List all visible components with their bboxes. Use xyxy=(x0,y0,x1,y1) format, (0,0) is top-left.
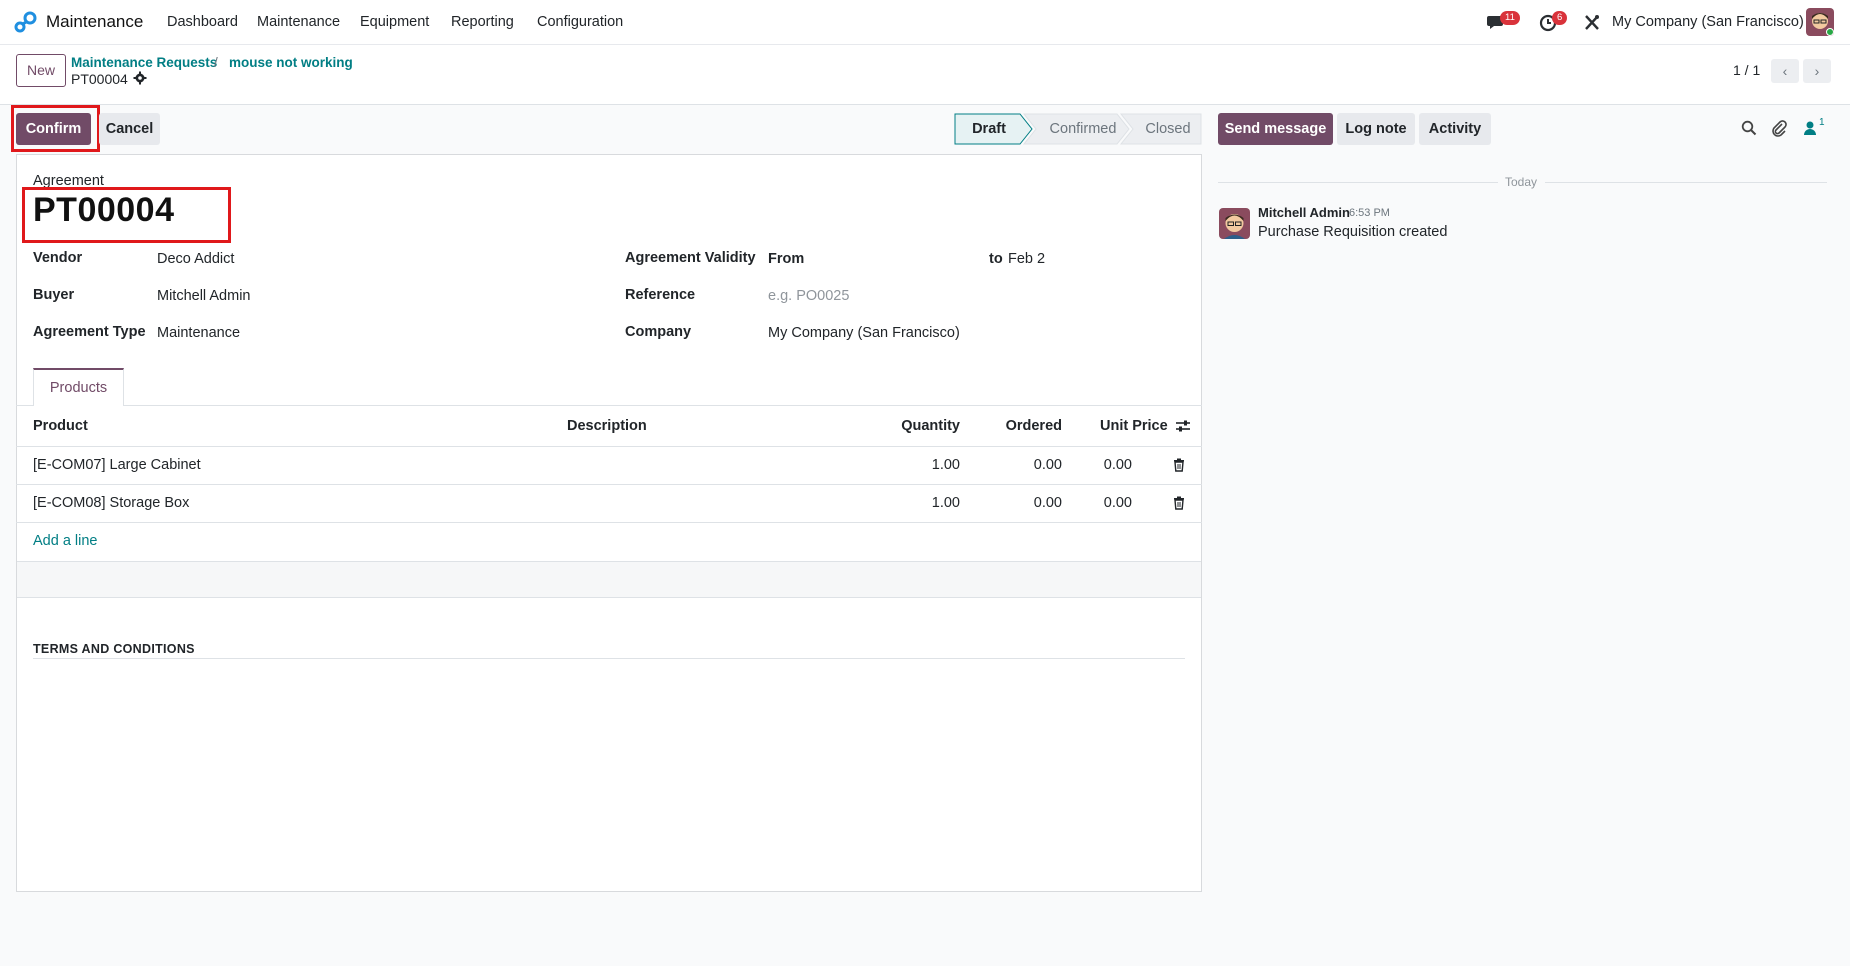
new-button[interactable]: New xyxy=(16,54,66,87)
breadcrumb-maintenance-requests[interactable]: Maintenance Requests xyxy=(71,55,217,70)
message-body: Purchase Requisition created xyxy=(1258,224,1448,240)
row-divider xyxy=(16,522,1202,523)
search-icon[interactable] xyxy=(1741,120,1757,136)
send-message-button[interactable]: Send message xyxy=(1218,113,1333,145)
stage-confirmed[interactable]: Confirmed xyxy=(1036,113,1130,145)
stage-draft[interactable]: Draft xyxy=(958,113,1020,145)
company-switcher[interactable]: My Company (San Francisco) xyxy=(1612,14,1804,30)
activity-button[interactable]: Activity xyxy=(1419,113,1491,145)
confirm-button[interactable]: Confirm xyxy=(16,113,91,145)
app-name[interactable]: Maintenance xyxy=(46,12,143,32)
validity-to-field[interactable]: Feb 2 xyxy=(1008,251,1045,267)
pager-previous-button[interactable]: ‹ xyxy=(1771,59,1799,83)
column-header-quantity[interactable]: Quantity xyxy=(880,418,960,434)
user-avatar[interactable] xyxy=(1806,8,1834,36)
table-footer xyxy=(17,561,1201,598)
menu-dashboard[interactable]: Dashboard xyxy=(167,14,238,30)
message-author[interactable]: Mitchell Admin xyxy=(1258,205,1350,220)
row-quantity[interactable]: 1.00 xyxy=(880,457,960,473)
message-time: 6:53 PM xyxy=(1349,207,1390,219)
followers-icon[interactable] xyxy=(1803,120,1817,136)
message-author-avatar[interactable] xyxy=(1219,208,1250,239)
date-separator: Today xyxy=(1505,175,1538,189)
tab-products[interactable]: Products xyxy=(33,368,124,406)
row-ordered: 0.00 xyxy=(1033,495,1062,511)
agreement-type-label: Agreement Type xyxy=(33,324,146,340)
menu-configuration[interactable]: Configuration xyxy=(537,14,623,30)
menu-equipment[interactable]: Equipment xyxy=(360,14,429,30)
tab-divider xyxy=(16,405,1202,406)
validity-from-field[interactable] xyxy=(820,250,980,270)
row-unit-price[interactable]: 0.00 xyxy=(1052,495,1132,511)
agreement-name-field[interactable]: PT00004 xyxy=(33,191,175,230)
cancel-button[interactable]: Cancel xyxy=(99,113,160,145)
maintenance-app-icon[interactable] xyxy=(14,11,38,33)
validity-to-label: to xyxy=(989,251,1003,267)
reference-field[interactable]: e.g. PO0025 xyxy=(768,288,849,304)
messages-badge: 11 xyxy=(1500,11,1520,25)
optional-columns-icon[interactable] xyxy=(1175,418,1191,434)
company-label: Company xyxy=(625,324,692,340)
activities-badge: 6 xyxy=(1552,11,1568,25)
agreement-type-field[interactable]: Maintenance xyxy=(157,325,240,341)
column-header-product[interactable]: Product xyxy=(33,418,88,434)
tools-icon[interactable] xyxy=(1582,11,1606,35)
column-header-description[interactable]: Description xyxy=(567,418,647,434)
log-note-button[interactable]: Log note xyxy=(1337,113,1415,145)
followers-count: 1 xyxy=(1819,117,1825,128)
validity-from-label: From xyxy=(768,251,805,267)
vendor-field[interactable]: Deco Addict xyxy=(157,251,234,267)
row-product[interactable]: [E-COM07] Large Cabinet xyxy=(33,457,201,473)
pager-value[interactable]: 1 / 1 xyxy=(1733,62,1760,78)
paperclip-icon[interactable] xyxy=(1771,119,1787,137)
row-unit-price[interactable]: 0.00 xyxy=(1052,457,1132,473)
breadcrumb-current-record: PT00004 xyxy=(71,71,128,87)
reference-label: Reference xyxy=(625,287,696,303)
terms-divider xyxy=(33,658,1185,659)
vendor-label: Vendor xyxy=(33,250,83,266)
gear-icon[interactable] xyxy=(133,71,147,85)
buyer-field[interactable]: Mitchell Admin xyxy=(157,288,250,304)
column-header-ordered[interactable]: Ordered xyxy=(982,418,1062,434)
date-divider-right xyxy=(1545,182,1827,183)
trash-icon[interactable] xyxy=(1173,458,1185,472)
control-panel xyxy=(0,45,1850,105)
row-quantity[interactable]: 1.00 xyxy=(880,495,960,511)
row-product[interactable]: [E-COM08] Storage Box xyxy=(33,495,189,511)
breadcrumb-mouse-not-working[interactable]: mouse not working xyxy=(229,55,353,70)
pager-next-button[interactable]: › xyxy=(1803,59,1831,83)
terms-and-conditions-label: TERMS AND CONDITIONS xyxy=(33,642,195,656)
trash-icon[interactable] xyxy=(1173,496,1185,510)
date-divider-left xyxy=(1218,182,1498,183)
add-a-line-link[interactable]: Add a line xyxy=(33,533,98,549)
terms-and-conditions-field[interactable] xyxy=(33,664,1185,874)
breadcrumb-separator: / xyxy=(214,55,218,70)
stage-closed[interactable]: Closed xyxy=(1134,113,1202,145)
menu-maintenance[interactable]: Maintenance xyxy=(257,14,340,30)
row-ordered: 0.00 xyxy=(1033,457,1062,473)
column-header-unit-price[interactable]: Unit Price xyxy=(1100,418,1168,434)
menu-reporting[interactable]: Reporting xyxy=(451,14,514,30)
agreement-validity-label: Agreement Validity xyxy=(625,250,756,266)
buyer-label: Buyer xyxy=(33,287,75,303)
company-field[interactable]: My Company (San Francisco) xyxy=(768,325,960,341)
